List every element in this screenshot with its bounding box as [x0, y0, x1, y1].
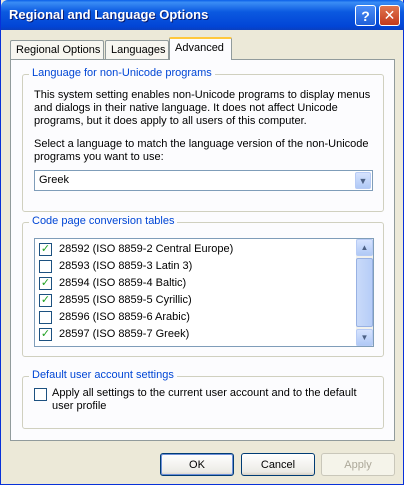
scroll-up-button[interactable]: ▲	[356, 239, 373, 256]
code-page-checkbox[interactable]: ✓	[39, 277, 52, 290]
default-user-legend: Default user account settings	[29, 369, 177, 381]
tab-panel-advanced: Language for non-Unicode programs This s…	[10, 59, 395, 441]
description-line: programs, but it does apply to all users…	[34, 115, 307, 127]
chevron-down-icon: ▼	[360, 333, 369, 342]
non-unicode-description: This system setting enables non-Unicode …	[34, 89, 370, 128]
cancel-button[interactable]: Cancel	[241, 453, 315, 476]
list-item[interactable]: 28596 (ISO 8859-6 Arabic)	[39, 309, 359, 326]
non-unicode-instruction: Select a language to match the language …	[34, 138, 369, 164]
code-page-label: 28593 (ISO 8859-3 Latin 3)	[59, 260, 193, 272]
code-page-label: 28592 (ISO 8859-2 Central Europe)	[59, 243, 234, 255]
code-page-label: 28594 (ISO 8859-4 Baltic)	[59, 277, 187, 289]
language-select[interactable]: Greek ▼	[34, 170, 373, 191]
help-button[interactable]: ?	[355, 5, 376, 26]
code-page-legend: Code page conversion tables	[29, 215, 178, 227]
tab-label: Regional Options	[16, 44, 101, 56]
apply-button[interactable]: Apply	[321, 453, 395, 476]
apply-all-label-line: Apply all settings to the current user a…	[52, 387, 357, 399]
list-item[interactable]: ✓ 28597 (ISO 8859-7 Greek)	[39, 326, 359, 343]
code-page-label: 28597 (ISO 8859-7 Greek)	[59, 328, 190, 340]
list-item[interactable]: ✓ 28592 (ISO 8859-2 Central Europe)	[39, 241, 359, 258]
tab-advanced[interactable]: Advanced	[169, 37, 232, 60]
description-line: and dialogs in their native language. It…	[34, 102, 338, 114]
window-title: Regional and Language Options	[9, 7, 209, 22]
help-icon: ?	[361, 7, 370, 24]
code-page-list[interactable]: ✓ 28592 (ISO 8859-2 Central Europe) 2859…	[34, 238, 374, 347]
cancel-button-label: Cancel	[260, 458, 296, 471]
default-user-groupbox: Default user account settings Apply all …	[22, 369, 384, 429]
apply-all-label-line: user profile	[52, 400, 107, 412]
list-item[interactable]: ✓ 28594 (ISO 8859-4 Baltic)	[39, 275, 359, 292]
code-page-groupbox: Code page conversion tables ✓ 28592 (ISO…	[22, 215, 384, 357]
code-page-checkbox[interactable]	[39, 260, 52, 273]
chevron-down-icon: ▼	[358, 175, 368, 186]
code-page-scrollbar[interactable]: ▲ ▼	[356, 239, 373, 346]
ok-button[interactable]: OK	[160, 453, 234, 476]
code-page-label: 28596 (ISO 8859-6 Arabic)	[59, 311, 190, 323]
list-item[interactable]: 28593 (ISO 8859-3 Latin 3)	[39, 258, 359, 275]
instruction-line: Select a language to match the language …	[34, 138, 369, 150]
code-page-checkbox[interactable]	[39, 311, 52, 324]
scroll-thumb[interactable]	[356, 258, 373, 327]
code-page-checkbox[interactable]: ✓	[39, 328, 52, 341]
language-select-value: Greek	[39, 174, 69, 186]
code-page-checkbox[interactable]: ✓	[39, 243, 52, 256]
instruction-line: programs you want to use:	[34, 151, 164, 163]
tab-label: Advanced	[175, 42, 224, 54]
code-page-checkbox[interactable]: ✓	[39, 294, 52, 307]
apply-all-label[interactable]: Apply all settings to the current user a…	[52, 387, 357, 413]
apply-button-label: Apply	[344, 458, 372, 471]
close-button[interactable]: ✕	[379, 5, 400, 26]
ok-button-label: OK	[189, 458, 205, 471]
non-unicode-groupbox: Language for non-Unicode programs This s…	[22, 67, 384, 212]
description-line: This system setting enables non-Unicode …	[34, 89, 371, 101]
scroll-down-button[interactable]: ▼	[356, 329, 373, 346]
tab-languages[interactable]: Languages	[105, 40, 169, 60]
code-page-label: 28595 (ISO 8859-5 Cyrillic)	[59, 294, 192, 306]
chevron-up-icon: ▲	[360, 243, 369, 252]
apply-all-checkbox[interactable]	[34, 388, 47, 401]
tab-regional-options[interactable]: Regional Options	[10, 40, 104, 60]
language-dropdown-button[interactable]: ▼	[355, 172, 371, 189]
title-bar[interactable]: Regional and Language Options ? ✕	[1, 0, 404, 30]
dialog-window: Regional and Language Options ? ✕ Region…	[0, 0, 404, 485]
tab-label: Languages	[111, 44, 166, 56]
list-item[interactable]: ✓ 28595 (ISO 8859-5 Cyrillic)	[39, 292, 359, 309]
non-unicode-legend: Language for non-Unicode programs	[29, 67, 215, 79]
close-icon: ✕	[383, 7, 396, 23]
